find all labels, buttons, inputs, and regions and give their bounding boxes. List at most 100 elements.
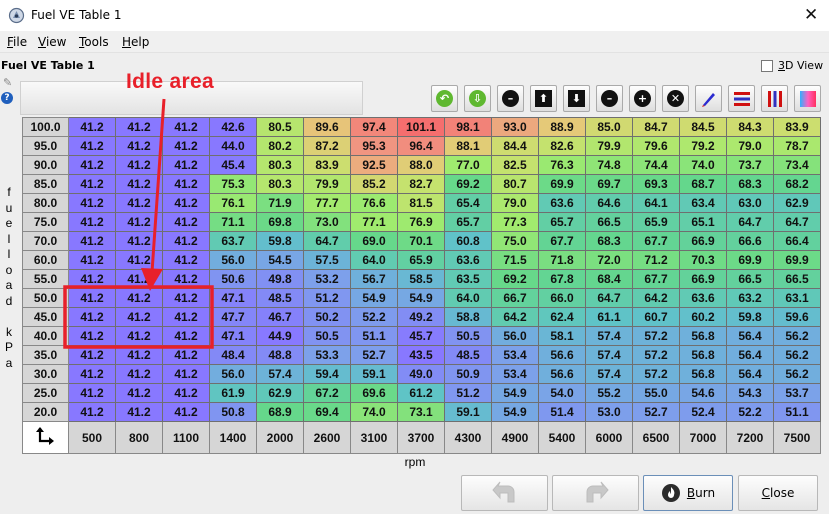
close-button[interactable]: Close xyxy=(738,475,818,511)
table-cell[interactable]: 68.3 xyxy=(726,174,774,194)
horizontal-smooth-button[interactable] xyxy=(728,85,755,112)
table-cell[interactable]: 54.3 xyxy=(726,383,774,403)
y-bin-cell[interactable]: 30.0 xyxy=(22,364,69,384)
table-cell[interactable]: 76.6 xyxy=(350,193,398,213)
table-cell[interactable]: 80.3 xyxy=(256,155,304,175)
table-cell[interactable]: 61.1 xyxy=(585,307,633,327)
table-cell[interactable]: 64.7 xyxy=(773,212,821,232)
table-cell[interactable]: 66.9 xyxy=(679,269,727,289)
table-cell[interactable]: 79.9 xyxy=(585,136,633,156)
y-bin-cell[interactable]: 85.0 xyxy=(22,174,69,194)
y-bin-cell[interactable]: 100.0 xyxy=(22,117,69,137)
table-cell[interactable]: 60.7 xyxy=(632,307,680,327)
x-bin-cell[interactable]: 7200 xyxy=(726,421,774,454)
table-cell[interactable]: 56.0 xyxy=(209,364,257,384)
table-cell[interactable]: 41.2 xyxy=(162,193,210,213)
table-cell[interactable]: 71.1 xyxy=(209,212,257,232)
table-cell[interactable]: 56.2 xyxy=(773,345,821,365)
table-cell[interactable]: 65.1 xyxy=(679,212,727,232)
table-cell[interactable]: 41.2 xyxy=(68,117,116,137)
table-cell[interactable]: 56.7 xyxy=(350,269,398,289)
table-cell[interactable]: 54.0 xyxy=(538,383,586,403)
table-cell[interactable]: 68.3 xyxy=(585,231,633,251)
x-bin-cell[interactable]: 3700 xyxy=(397,421,445,454)
table-cell[interactable]: 63.1 xyxy=(773,288,821,308)
table-cell[interactable]: 61.2 xyxy=(397,383,445,403)
table-cell[interactable]: 41.2 xyxy=(162,364,210,384)
y-bin-cell[interactable]: 25.0 xyxy=(22,383,69,403)
table-cell[interactable]: 93.0 xyxy=(491,117,539,137)
table-cell[interactable]: 57.4 xyxy=(585,364,633,384)
table-cell[interactable]: 41.2 xyxy=(162,307,210,327)
table-cell[interactable]: 74.4 xyxy=(632,155,680,175)
color-gradient-button[interactable] xyxy=(794,85,821,112)
table-cell[interactable]: 98.1 xyxy=(444,117,492,137)
table-cell[interactable]: 76.3 xyxy=(538,155,586,175)
table-cell[interactable]: 41.2 xyxy=(115,117,163,137)
table-cell[interactable]: 44.9 xyxy=(256,326,304,346)
multiply-button[interactable]: ✕ xyxy=(662,85,689,112)
table-cell[interactable]: 41.2 xyxy=(68,269,116,289)
table-cell[interactable]: 41.2 xyxy=(162,326,210,346)
subtract-button[interactable]: – xyxy=(596,85,623,112)
table-cell[interactable]: 54.9 xyxy=(491,383,539,403)
table-cell[interactable]: 41.2 xyxy=(68,231,116,251)
table-cell[interactable]: 61.9 xyxy=(209,383,257,403)
table-cell[interactable]: 75.0 xyxy=(491,231,539,251)
table-cell[interactable]: 96.4 xyxy=(397,136,445,156)
table-cell[interactable]: 53.7 xyxy=(773,383,821,403)
table-cell[interactable]: 41.2 xyxy=(162,402,210,422)
table-cell[interactable]: 48.5 xyxy=(444,345,492,365)
table-cell[interactable]: 50.5 xyxy=(444,326,492,346)
decrease-button[interactable]: ⬇ xyxy=(563,85,590,112)
table-cell[interactable]: 65.9 xyxy=(632,212,680,232)
table-cell[interactable]: 64.0 xyxy=(350,250,398,270)
menu-help[interactable]: Help xyxy=(122,35,149,49)
x-bin-cell[interactable]: 800 xyxy=(115,421,163,454)
table-cell[interactable]: 87.2 xyxy=(303,136,351,156)
table-cell[interactable]: 56.0 xyxy=(491,326,539,346)
table-cell[interactable]: 69.6 xyxy=(350,383,398,403)
y-bin-cell[interactable]: 50.0 xyxy=(22,288,69,308)
table-cell[interactable]: 71.9 xyxy=(256,193,304,213)
table-cell[interactable]: 57.4 xyxy=(585,345,633,365)
table-cell[interactable]: 73.1 xyxy=(397,402,445,422)
table-cell[interactable]: 95.3 xyxy=(350,136,398,156)
rotate-left-button[interactable]: ↶ xyxy=(431,85,458,112)
table-cell[interactable]: 56.8 xyxy=(679,326,727,346)
axis-swap-button[interactable] xyxy=(22,421,69,454)
table-cell[interactable]: 82.6 xyxy=(538,136,586,156)
y-bin-cell[interactable]: 45.0 xyxy=(22,307,69,327)
table-cell[interactable]: 88.9 xyxy=(538,117,586,137)
table-cell[interactable]: 50.9 xyxy=(444,364,492,384)
table-cell[interactable]: 84.7 xyxy=(632,117,680,137)
table-cell[interactable]: 66.5 xyxy=(726,269,774,289)
table-cell[interactable]: 41.2 xyxy=(68,326,116,346)
table-cell[interactable]: 68.4 xyxy=(585,269,633,289)
table-cell[interactable]: 41.2 xyxy=(68,250,116,270)
table-cell[interactable]: 68.9 xyxy=(256,402,304,422)
table-cell[interactable]: 101.1 xyxy=(397,117,445,137)
x-bin-cell[interactable]: 7000 xyxy=(679,421,727,454)
table-cell[interactable]: 63.6 xyxy=(538,193,586,213)
table-cell[interactable]: 41.2 xyxy=(115,288,163,308)
table-cell[interactable]: 55.0 xyxy=(632,383,680,403)
table-cell[interactable]: 43.5 xyxy=(397,345,445,365)
table-cell[interactable]: 66.7 xyxy=(491,288,539,308)
table-cell[interactable]: 58.1 xyxy=(538,326,586,346)
table-cell[interactable]: 53.4 xyxy=(491,345,539,365)
rotate-right-button[interactable]: ⇩ xyxy=(464,85,491,112)
table-cell[interactable]: 77.1 xyxy=(350,212,398,232)
x-bin-cell[interactable]: 3100 xyxy=(350,421,398,454)
table-cell[interactable]: 62.4 xyxy=(538,307,586,327)
table-cell[interactable]: 88.0 xyxy=(397,155,445,175)
table-cell[interactable]: 89.6 xyxy=(303,117,351,137)
table-cell[interactable]: 51.4 xyxy=(538,402,586,422)
y-bin-cell[interactable]: 55.0 xyxy=(22,269,69,289)
table-cell[interactable]: 41.2 xyxy=(68,402,116,422)
table-cell[interactable]: 65.4 xyxy=(444,193,492,213)
table-cell[interactable]: 50.6 xyxy=(209,269,257,289)
x-bin-cell[interactable]: 1400 xyxy=(209,421,257,454)
table-cell[interactable]: 41.2 xyxy=(115,212,163,232)
table-cell[interactable]: 46.7 xyxy=(256,307,304,327)
